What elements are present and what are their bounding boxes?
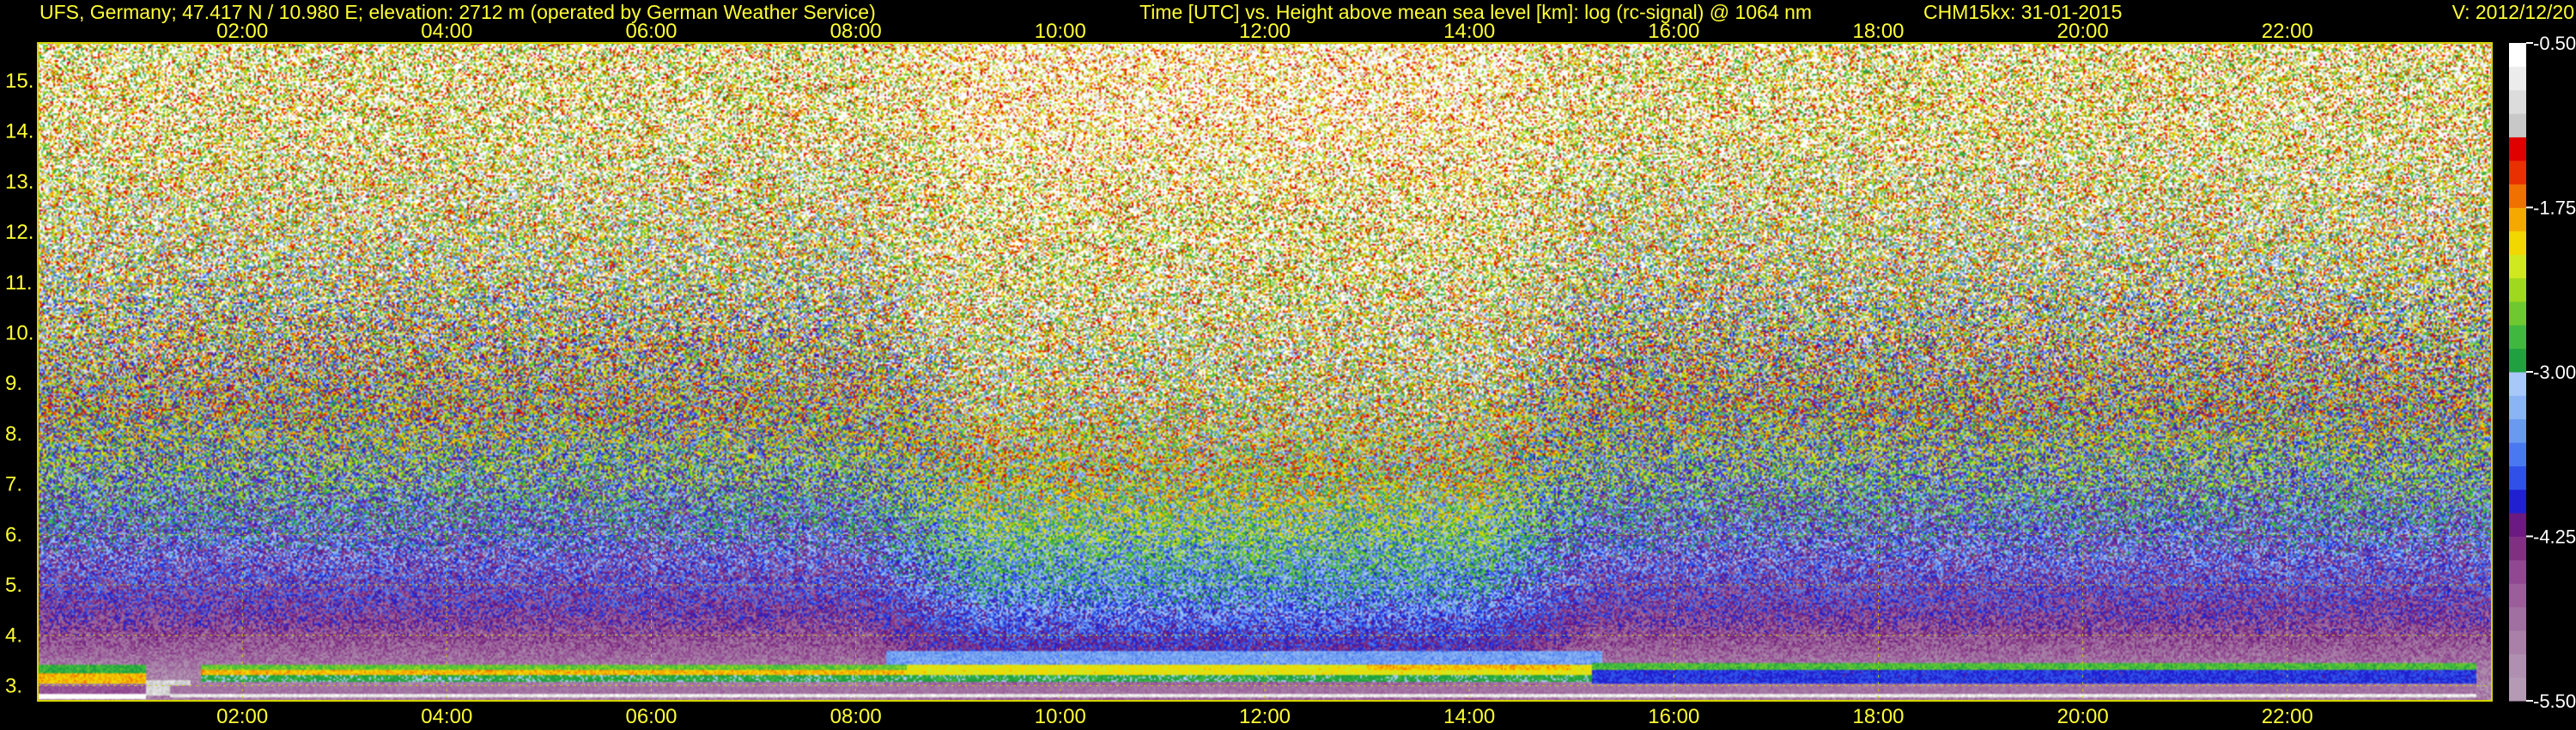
version-label: V: 2012/12/20 (2452, 1, 2574, 23)
x-tick-label-top: 10:00 (1035, 20, 1086, 43)
colorbar-segment (2509, 277, 2526, 302)
colorbar-tick-label: -5.50 (2533, 690, 2576, 712)
y-tick-label: 10. (5, 322, 33, 345)
y-tick-label: 5. (5, 574, 22, 597)
colorbar-segment (2509, 43, 2526, 67)
colorbar-segment (2509, 372, 2526, 396)
x-tick-label-bottom: 20:00 (2057, 705, 2109, 728)
colorbar-segment (2509, 230, 2526, 255)
ceilometer-chart: UFS, Germany; 47.417 N / 10.980 E; eleva… (5, 1, 2576, 728)
x-tick-label-top: 16:00 (1648, 20, 1699, 43)
y-tick-label: 14. (5, 120, 33, 143)
colorbar-segment (2509, 654, 2526, 678)
x-tick-label-bottom: 04:00 (421, 705, 472, 728)
x-tick-label-bottom: 22:00 (2262, 705, 2313, 728)
y-tick-label: 9. (5, 372, 22, 395)
colorbar-segment (2509, 89, 2526, 114)
plot-area (37, 42, 2493, 702)
y-tick-label: 4. (5, 624, 22, 648)
colorbar-segment (2509, 677, 2526, 702)
x-axis-bottom: 02:00 04:00 06:00 08:00 10:00 12:00 14:00 16:00… (216, 705, 2313, 728)
colorbar-segment (2509, 66, 2526, 91)
y-tick-label: 8. (5, 423, 22, 446)
x-tick-label-bottom: 12:00 (1239, 705, 1291, 728)
colorbar-segment (2509, 536, 2526, 561)
x-tick-label-top: 22:00 (2262, 20, 2313, 43)
x-tick-label-top: 02:00 (216, 20, 268, 43)
x-tick-label-bottom: 08:00 (830, 705, 882, 728)
colorbar-segment (2509, 137, 2526, 161)
colorbar-segment (2509, 160, 2526, 185)
x-tick-label-bottom: 10:00 (1035, 705, 1086, 728)
colorbar-tick-label: -3.00 (2533, 362, 2576, 383)
colorbar-segment (2509, 606, 2526, 631)
colorbar-segment (2509, 418, 2526, 443)
colorbar-segment (2509, 442, 2526, 466)
x-tick-label-bottom: 16:00 (1648, 705, 1699, 728)
colorbar-segment (2509, 301, 2526, 325)
colorbar-segment (2509, 513, 2526, 537)
y-tick-label: 11. (5, 271, 33, 295)
y-tick-label: 12. (5, 221, 33, 244)
colorbar-segment (2509, 465, 2526, 490)
y-axis: 3. 4. 5. 6. 7. 8. 9. 10. 11. 12. 13. 14. 15. (5, 70, 33, 697)
colorbar-segment (2509, 325, 2526, 350)
colorbar-segment (2509, 395, 2526, 420)
x-axis-top: 02:00 04:00 06:00 08:00 10:00 12:00 14:00 16:00… (216, 20, 2313, 43)
colorbar-segment (2509, 559, 2526, 584)
x-tick-label-bottom: 18:00 (1852, 705, 1904, 728)
colorbar-segment (2509, 207, 2526, 232)
x-tick-label-top: 04:00 (421, 20, 472, 43)
y-tick-label: 6. (5, 523, 22, 546)
header-bar: UFS, Germany; 47.417 N / 10.980 E; eleva… (39, 1, 2574, 23)
colorbar-segment (2509, 489, 2526, 514)
x-tick-label-bottom: 06:00 (625, 705, 677, 728)
colorbar-segment (2509, 583, 2526, 608)
colorbar-segment (2509, 184, 2526, 208)
x-tick-label-top: 12:00 (1239, 20, 1291, 43)
y-tick-label: 13. (5, 170, 33, 193)
colorbar-segment (2509, 113, 2526, 137)
colorbar-segment (2509, 254, 2526, 279)
colorbar: -0.50 -1.75 -3.00 -4.25 -5.50 (2509, 33, 2576, 712)
x-tick-label-bottom: 02:00 (216, 705, 268, 728)
x-tick-label-top: 18:00 (1852, 20, 1904, 43)
x-tick-label-top: 06:00 (625, 20, 677, 43)
y-tick-label: 7. (5, 473, 22, 496)
y-tick-label: 3. (5, 674, 22, 697)
x-tick-label-top: 20:00 (2057, 20, 2109, 43)
colorbar-segment (2509, 630, 2526, 654)
colorbar-tick-label: -4.25 (2533, 526, 2576, 548)
colorbar-segment (2509, 348, 2526, 373)
x-tick-label-top: 14:00 (1443, 20, 1495, 43)
colorbar-tick-label: -0.50 (2533, 33, 2576, 54)
y-tick-label: 15. (5, 70, 33, 93)
colorbar-tick-label: -1.75 (2533, 198, 2576, 219)
x-tick-label-bottom: 14:00 (1443, 705, 1495, 728)
x-tick-label-top: 08:00 (830, 20, 882, 43)
